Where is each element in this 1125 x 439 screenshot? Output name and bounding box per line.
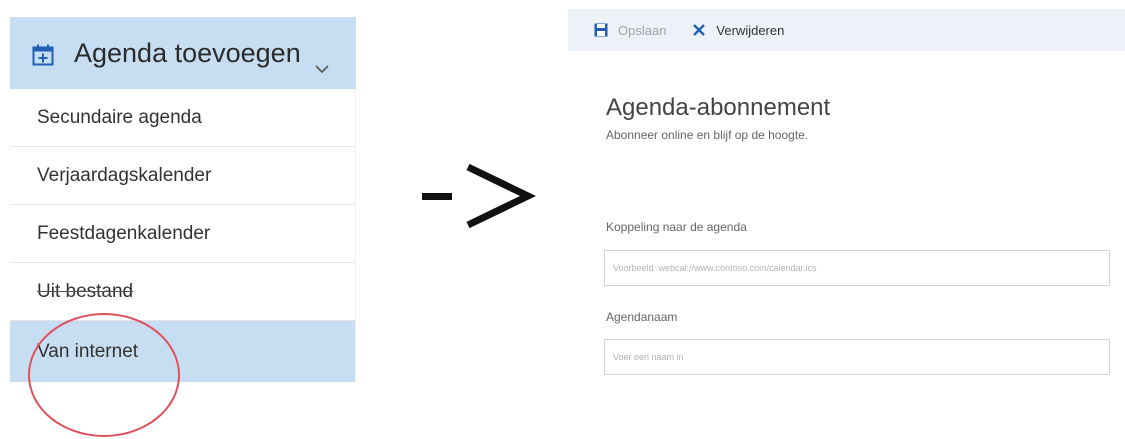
delete-button[interactable]: Verwijderen	[692, 23, 784, 38]
menu-item-label: Uit bestand	[37, 280, 134, 302]
chevron-down-icon	[315, 50, 329, 74]
calendar-name-label: Agendanaam	[606, 310, 678, 324]
toolbar: Opslaan Verwijderen	[568, 9, 1125, 51]
add-calendar-label: Agenda toevoegen	[74, 37, 301, 68]
calendar-add-icon	[32, 42, 54, 66]
form-title: Agenda-abonnement	[606, 94, 831, 121]
save-icon	[594, 23, 608, 37]
save-button[interactable]: Opslaan	[594, 23, 666, 38]
menu-item-holiday-calendar[interactable]: Feestdagenkalender	[10, 205, 356, 263]
calendar-link-label: Koppeling naar de agenda	[606, 220, 747, 234]
calendar-name-input[interactable]	[604, 339, 1110, 375]
menu-item-label: Feestdagenkalender	[37, 222, 211, 244]
menu-item-label: Verjaardagskalender	[37, 164, 212, 186]
add-calendar-dropdown[interactable]: Agenda toevoegen	[10, 17, 356, 89]
menu-item-from-internet[interactable]: Van internet	[10, 321, 356, 382]
close-icon	[693, 24, 706, 36]
menu-item-birthday-calendar[interactable]: Verjaardagskalender	[10, 147, 356, 205]
calendar-link-input[interactable]	[604, 250, 1110, 286]
delete-label: Verwijderen	[716, 22, 785, 38]
menu-item-from-file[interactable]: Uit bestand	[10, 263, 356, 321]
add-calendar-menu: Agenda toevoegen Secundaire agenda Verja…	[10, 17, 356, 382]
menu-item-label: Secundaire agenda	[37, 106, 202, 128]
form-subtitle: Abonneer online en blijf op de hoogte.	[606, 128, 809, 142]
arrow-annotation	[420, 163, 537, 229]
save-label: Opslaan	[618, 22, 667, 38]
menu-item-secondary-calendar[interactable]: Secundaire agenda	[10, 89, 356, 147]
menu-item-label: Van internet	[37, 340, 139, 362]
